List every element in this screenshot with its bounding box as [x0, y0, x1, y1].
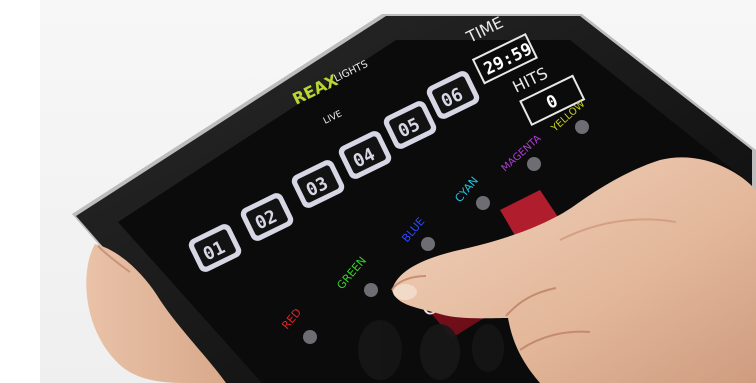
color-dot-yellow[interactable] — [575, 120, 589, 134]
color-dot-blue[interactable] — [421, 237, 435, 251]
tablet-scene: REAX LIGHTS LIVE TIME 29:59 HITS 0 01 02 — [72, 13, 756, 383]
color-dot-green[interactable] — [364, 283, 378, 297]
color-dot-red[interactable] — [303, 330, 317, 344]
color-dot-magenta[interactable] — [527, 157, 541, 171]
fingernail — [393, 284, 417, 300]
color-dot-cyan[interactable] — [476, 196, 490, 210]
